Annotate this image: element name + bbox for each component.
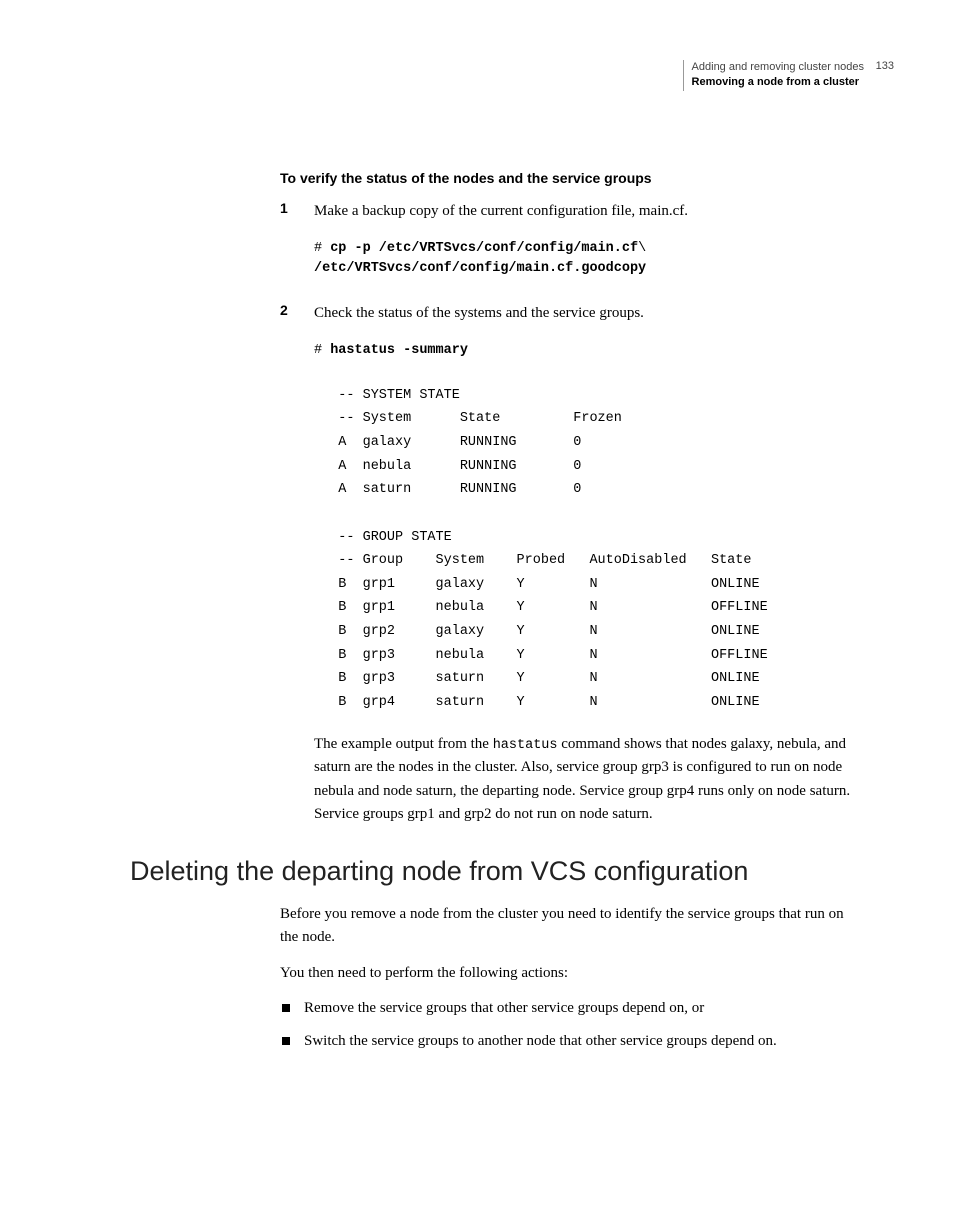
code-block-hastatus: # hastatus -summary [314,341,864,362]
step-text: Check the status of the systems and the … [314,302,864,325]
explanation-paragraph: The example output from the hastatus com… [314,733,864,827]
step-number: 1 [280,200,314,223]
page-number: 133 [876,60,894,72]
command-text: hastatus -summary [330,343,468,358]
step-1: 1 Make a backup copy of the current conf… [280,200,864,223]
paragraph: Before you remove a node from the cluste… [280,903,864,950]
paragraph: You then need to perform the following a… [280,962,864,985]
step-text: Make a backup copy of the current config… [314,200,864,223]
code-block-cp: # cp -p /etc/VRTSvcs/conf/config/main.cf… [314,239,864,281]
line-continuation: \ [638,241,646,256]
list-item: Remove the service groups that other ser… [280,997,864,1020]
header-section: Removing a node from a cluster [692,75,864,90]
prompt: # [314,343,330,358]
running-header: Adding and removing cluster nodes Removi… [683,60,864,91]
procedure-title: To verify the status of the nodes and th… [280,170,864,186]
section-body: Before you remove a node from the cluste… [280,903,864,1053]
step-2: 2 Check the status of the systems and th… [280,302,864,325]
header-chapter: Adding and removing cluster nodes [692,60,864,75]
section-heading: Deleting the departing node from VCS con… [130,856,864,887]
text-segment: The example output from the [314,736,493,752]
command-text-line2: /etc/VRTSvcs/conf/config/main.cf.goodcop… [314,261,646,276]
bullet-list: Remove the service groups that other ser… [280,997,864,1054]
prompt: # [314,241,330,256]
list-item: Switch the service groups to another nod… [280,1030,864,1053]
command-text: cp -p /etc/VRTSvcs/conf/config/main.cf [330,241,638,256]
page-content: To verify the status of the nodes and th… [280,170,864,1053]
inline-code: hastatus [493,738,558,753]
command-output: -- SYSTEM STATE -- System State Frozen A… [314,384,864,715]
step-number: 2 [280,302,314,325]
